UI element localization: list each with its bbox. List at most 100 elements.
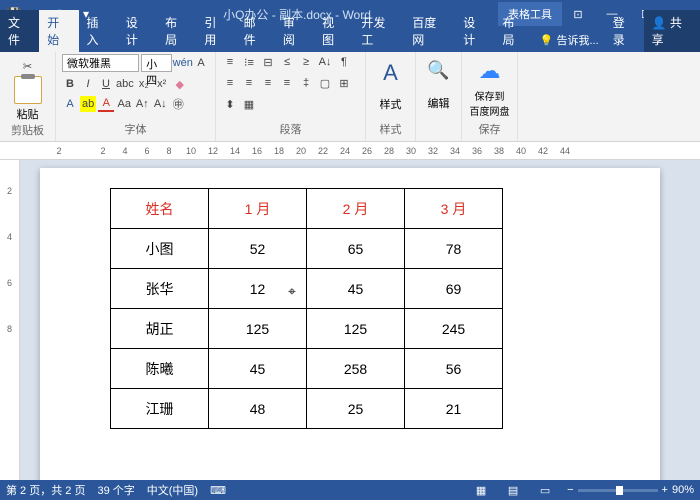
table-cell[interactable]: 陈曦 [111,349,209,389]
zoom-slider[interactable]: − + 90% [567,484,694,496]
underline-button[interactable]: U [98,76,114,92]
web-layout-icon[interactable]: ▭ [535,484,555,497]
tab-mailings[interactable]: 邮件 [236,10,275,52]
table-cell[interactable]: 69 [405,269,503,309]
table-header-cell[interactable]: 1 月 [209,189,307,229]
page-count[interactable]: 第 2 页，共 2 页 [6,482,85,498]
find-icon[interactable]: 🔍 [427,60,449,81]
ribbon-options-icon[interactable]: ⊡ [562,4,594,24]
word-count[interactable]: 39 个字 [97,482,134,498]
align-left-icon[interactable]: ≡ [222,75,238,91]
group-font: 微软雅黑 小四 wén A B I U abc x₂ x² ◆ A ab A A… [56,52,216,141]
tab-developer[interactable]: 开发工 [353,10,404,52]
align-center-icon[interactable]: ≡ [241,75,257,91]
table-cell[interactable]: 江珊 [111,389,209,429]
grow-font-icon[interactable]: A↑ [134,96,150,112]
superscript-button[interactable]: x² [154,76,170,92]
char-shading-icon[interactable]: Aa [116,96,132,112]
table-header-cell[interactable]: 姓名 [111,189,209,229]
paste-button[interactable]: ✂ 粘贴 [14,58,42,122]
table-cell[interactable]: 小图 [111,229,209,269]
table-cell[interactable]: 65 [307,229,405,269]
enclose-char-icon[interactable]: ㊥ [170,96,186,112]
tab-table-design[interactable]: 设计 [455,10,494,52]
edit-button[interactable]: 编辑 [428,95,450,111]
tab-design[interactable]: 设计 [118,10,157,52]
character-border-icon[interactable]: A [193,55,209,71]
baidu-cloud-icon[interactable]: ☁ [479,58,501,84]
read-mode-icon[interactable]: ▦ [471,484,491,497]
tab-layout[interactable]: 布局 [157,10,196,52]
font-color-icon[interactable]: A [98,96,114,112]
language[interactable]: 中文(中国) [147,482,198,498]
vertical-ruler[interactable]: 2468 [0,160,20,480]
text-effects-icon[interactable]: A [62,96,78,112]
sort-icon[interactable]: A↓ [317,54,333,70]
table-cell[interactable]: 258 [307,349,405,389]
status-bar: 第 2 页，共 2 页 39 个字 中文(中国) ⌨ ▦ ▤ ▭ − + 90% [0,480,700,500]
tab-review[interactable]: 审阅 [275,10,314,52]
tab-baidu[interactable]: 百度网 [404,10,455,52]
baidu-save-button[interactable]: 保存到百度网盘 [470,88,510,118]
zoom-out-icon[interactable]: − [567,484,573,496]
table-cell[interactable]: 25 [307,389,405,429]
horizontal-ruler[interactable]: 2246810121416182022242628303234363840424… [0,142,700,160]
subscript-button[interactable]: x₂ [136,76,152,92]
table-cell[interactable]: 245 [405,309,503,349]
data-table[interactable]: 姓名1 月2 月3 月小图526578张华124569胡正125125245陈曦… [110,188,503,429]
strike-button[interactable]: abc [116,76,134,92]
table-cell[interactable]: 52 [209,229,307,269]
italic-button[interactable]: I [80,76,96,92]
table-cell[interactable]: 125 [307,309,405,349]
snap-grid-icon[interactable]: ▦ [241,96,257,112]
clear-format-icon[interactable]: ◆ [172,76,188,92]
table-cell[interactable]: 125 [209,309,307,349]
zoom-in-icon[interactable]: + [662,484,668,496]
table-cell[interactable]: 56 [405,349,503,389]
table-cell[interactable]: 45 [209,349,307,389]
line-spacing-icon[interactable]: ‡ [298,75,314,91]
tab-file[interactable]: 文件 [0,10,39,52]
bold-button[interactable]: B [62,76,78,92]
print-layout-icon[interactable]: ▤ [503,484,523,497]
shrink-font-icon[interactable]: A↓ [152,96,168,112]
show-marks-icon[interactable]: ¶ [336,54,352,70]
tab-references[interactable]: 引用 [196,10,235,52]
table-cell[interactable]: 78 [405,229,503,269]
bullets-icon[interactable]: ≡ [222,54,238,70]
table-header-cell[interactable]: 2 月 [307,189,405,229]
tab-table-layout[interactable]: 布局 [494,10,533,52]
share-button[interactable]: 👤 共享 [644,10,700,52]
tab-insert[interactable]: 插入 [79,10,118,52]
table-cell[interactable]: 48 [209,389,307,429]
table-cell[interactable]: 张华 [111,269,209,309]
increase-indent-icon[interactable]: ≥ [298,54,314,70]
styles-icon[interactable]: A [383,60,398,86]
cut-icon[interactable]: ✂ [20,58,36,74]
input-mode-icon[interactable]: ⌨ [210,484,226,497]
tab-view[interactable]: 视图 [314,10,353,52]
login-button[interactable]: 登录 [605,10,644,52]
font-name-select[interactable]: 微软雅黑 [62,54,139,72]
distribute-icon[interactable]: ⬍ [222,96,238,112]
table-header-cell[interactable]: 3 月 [405,189,503,229]
align-right-icon[interactable]: ≡ [260,75,276,91]
table-cell[interactable]: 胡正 [111,309,209,349]
borders-icon[interactable]: ⊞ [336,75,352,91]
table-cell[interactable]: 21 [405,389,503,429]
justify-icon[interactable]: ≡ [279,75,295,91]
font-size-select[interactable]: 小四 [141,54,172,72]
document-area[interactable]: 2468 姓名1 月2 月3 月小图526578张华124569胡正125125… [0,160,700,480]
table-cell[interactable]: 45 [307,269,405,309]
multilevel-icon[interactable]: ⊟ [260,54,276,70]
table-cell[interactable]: 12 [209,269,307,309]
styles-button[interactable]: 样式 [380,96,402,112]
decrease-indent-icon[interactable]: ≤ [279,54,295,70]
tell-me[interactable]: 💡 告诉我... [534,28,605,52]
zoom-level[interactable]: 90% [672,484,694,496]
tab-home[interactable]: 开始 [39,10,78,52]
shading-icon[interactable]: ▢ [317,75,333,91]
numbering-icon[interactable]: ⁝≡ [241,54,257,70]
phonetic-guide-icon[interactable]: wén [174,55,191,71]
highlight-icon[interactable]: ab [80,96,96,112]
